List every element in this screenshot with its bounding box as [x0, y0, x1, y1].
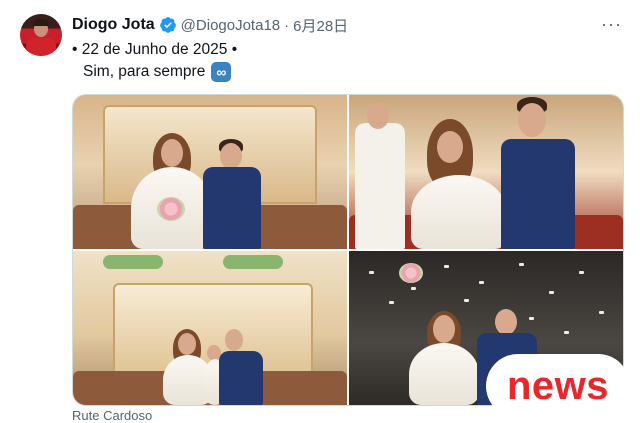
tweet-header: Diogo Jota @DiogoJota18 · 6月28日 [72, 14, 348, 36]
author-name[interactable]: Diogo Jota [72, 16, 155, 34]
groom-face [220, 143, 242, 169]
confetti-petal [389, 301, 394, 304]
bride-face [437, 131, 463, 163]
more-options-icon[interactable]: ··· [601, 14, 622, 35]
photo-credit: Rute Cardoso [72, 408, 153, 423]
tweet-text-line-date: • 22 de Junho de 2025 • [72, 41, 238, 58]
bouquet [157, 197, 185, 221]
bride-face [161, 139, 183, 167]
priest-face [367, 103, 389, 129]
priest-robe [355, 123, 405, 249]
header-separator: · [284, 16, 290, 34]
groom-suit [501, 139, 575, 249]
verified-badge-icon [159, 16, 177, 34]
photo-couple-showing-rings[interactable] [349, 95, 623, 249]
bride-dress [409, 343, 479, 405]
bride-face [178, 333, 196, 355]
avatar-hair [33, 19, 49, 26]
avatar-shirt [26, 38, 56, 56]
confetti-petal [564, 331, 569, 334]
groom-face [225, 329, 243, 351]
bouquet [399, 263, 423, 283]
author-handle[interactable]: @DiogoJota18 [181, 17, 280, 34]
confetti-petal [529, 317, 534, 320]
tweet-text-line-message: Sim, para sempre ∞ [83, 62, 232, 82]
confetti-petal [479, 281, 484, 284]
groom-face [518, 103, 546, 137]
confetti-petal [519, 263, 524, 266]
flower-arrangement [223, 255, 283, 269]
groom-face [495, 309, 517, 335]
confetti-petal [579, 271, 584, 274]
flower-arrangement [103, 255, 163, 269]
confetti-petal [549, 291, 554, 294]
confetti-petal [464, 299, 469, 302]
tweet-message: Sim, para sempre [83, 63, 206, 80]
confetti-petal [369, 271, 374, 274]
photo-couple-at-altar[interactable] [73, 95, 347, 249]
photo-couple-with-child[interactable] [73, 251, 347, 405]
bride-dress [411, 175, 507, 249]
confetti-petal [411, 287, 416, 290]
tweet-date[interactable]: 6月28日 [293, 15, 348, 36]
infinity-emoji-icon: ∞ [211, 62, 232, 82]
groom-suit [219, 351, 263, 405]
groom-suit [203, 167, 261, 249]
author-avatar[interactable] [20, 14, 62, 56]
bride-face [433, 315, 455, 343]
confetti-petal [444, 265, 449, 268]
news-badge-text: news [506, 363, 610, 408]
news-watermark-badge: news [488, 356, 628, 416]
confetti-petal [599, 311, 604, 314]
